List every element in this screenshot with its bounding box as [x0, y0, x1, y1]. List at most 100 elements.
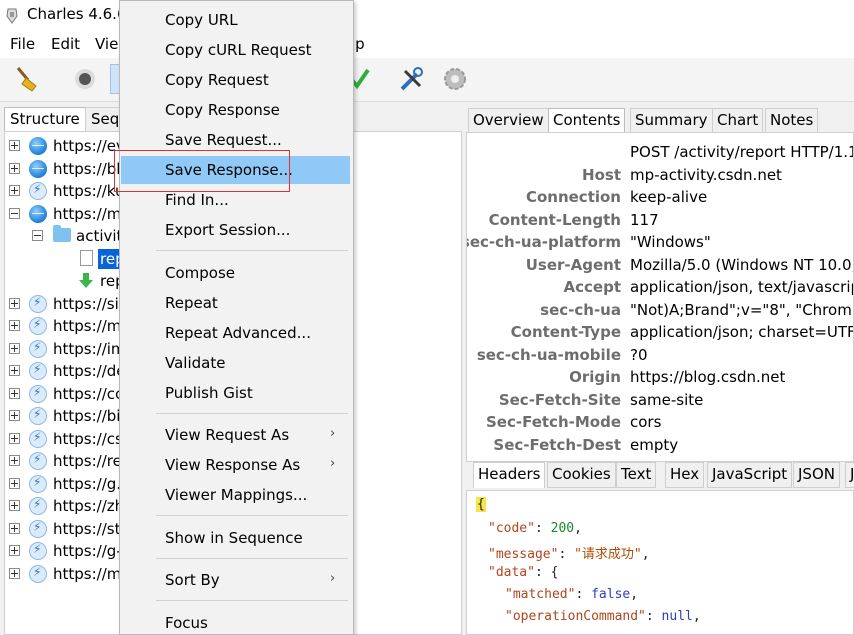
menu-item-view-response-as[interactable]: View Response As ›	[120, 451, 353, 479]
expand-icon[interactable]	[9, 365, 20, 376]
collapse-icon[interactable]	[32, 230, 43, 241]
expand-icon[interactable]	[9, 140, 20, 151]
expand-icon[interactable]	[9, 163, 20, 174]
request-line-row: POST /activity/report HTTP/1.1	[467, 141, 853, 163]
header-row[interactable]: Content-Length 117	[467, 209, 853, 231]
globe-icon	[29, 160, 47, 178]
header-row[interactable]: Host mp-activity.csdn.net	[467, 164, 853, 186]
tab-chart[interactable]: Chart	[712, 108, 764, 133]
bolt-icon	[29, 340, 47, 358]
bolt-icon	[29, 520, 47, 538]
header-row[interactable]: sec-ch-ua-mobile ?0	[467, 344, 853, 366]
header-value: 117	[630, 211, 659, 229]
host-label: https://m	[53, 317, 122, 335]
menu-item-viewer-mappings[interactable]: Viewer Mappings...	[120, 481, 353, 509]
expand-icon[interactable]	[9, 298, 20, 309]
expand-icon[interactable]	[9, 320, 20, 331]
host-label: https://st	[53, 520, 121, 538]
tab-text[interactable]: Text	[616, 462, 657, 488]
download-arrow-icon	[79, 273, 93, 288]
expand-icon[interactable]	[9, 545, 20, 556]
bolt-icon	[29, 452, 47, 470]
menu-file[interactable]: File	[10, 35, 35, 53]
menu-view[interactable]: Vie	[95, 35, 118, 53]
submenu-arrow-icon: ›	[330, 456, 336, 471]
expand-icon[interactable]	[9, 343, 20, 354]
header-row[interactable]: Content-Type application/json; charset=UT…	[467, 321, 853, 343]
collapse-icon[interactable]	[9, 208, 20, 219]
menu-item-sort-by[interactable]: Sort By ›	[120, 566, 353, 594]
context-menu: Copy URL Copy cURL Request Copy Request …	[119, 0, 354, 635]
window-title: Charles 4.6.6	[27, 5, 127, 23]
menu-separator	[156, 413, 348, 414]
header-row[interactable]: Origin https://blog.csdn.net	[467, 366, 853, 388]
menu-item-label: Copy Request	[165, 71, 269, 89]
json-body-viewer[interactable]: { "code": 200, "message": "请求成功", "data"…	[466, 490, 854, 635]
menu-item-publish-gist[interactable]: Publish Gist	[120, 379, 353, 407]
menu-item-view-request-as[interactable]: View Request As ›	[120, 421, 353, 449]
menu-item-copy-curl-request[interactable]: Copy cURL Request	[120, 36, 353, 64]
bolt-icon	[29, 182, 47, 200]
tab-more[interactable]: J	[845, 462, 854, 488]
bolt-icon	[29, 497, 47, 515]
expand-icon[interactable]	[9, 500, 20, 511]
tab-cookies[interactable]: Cookies	[547, 462, 616, 488]
header-key: User-Agent	[525, 256, 621, 274]
tab-overview[interactable]: Overview	[468, 108, 549, 133]
header-row[interactable]: Sec-Fetch-Dest empty	[467, 434, 853, 456]
tab-json[interactable]: JSON	[793, 462, 840, 488]
host-label: https://zh	[53, 497, 125, 515]
code-line: "data": {	[488, 565, 559, 580]
header-row[interactable]: Sec-Fetch-Mode cors	[467, 411, 853, 433]
host-label: https://bl	[53, 160, 121, 178]
header-row[interactable]: User-Agent Mozilla/5.0 (Windows NT 10.0;	[467, 254, 853, 276]
tab-javascript[interactable]: JavaScript	[707, 462, 793, 488]
expand-icon[interactable]	[9, 410, 20, 421]
expand-icon[interactable]	[9, 433, 20, 444]
expand-icon[interactable]	[9, 455, 20, 466]
tools-icon[interactable]	[397, 64, 427, 94]
tab-headers[interactable]: Headers	[473, 462, 546, 488]
expand-icon[interactable]	[9, 388, 20, 399]
menu-item-repeat-advanced[interactable]: Repeat Advanced...	[120, 319, 353, 347]
header-key: Origin	[569, 368, 621, 386]
menu-item-label: View Request As	[165, 426, 290, 444]
menu-item-repeat[interactable]: Repeat	[120, 289, 353, 317]
header-key: Accept	[563, 278, 621, 296]
header-row[interactable]: Connection keep-alive	[467, 186, 853, 208]
menu-item-focus[interactable]: Focus	[120, 609, 353, 635]
tab-hex[interactable]: Hex	[665, 462, 705, 488]
host-label: https://im	[53, 340, 126, 358]
tab-structure[interactable]: Structure	[4, 107, 86, 132]
tab-contents[interactable]: Contents	[548, 108, 626, 133]
tab-summary[interactable]: Summary	[630, 108, 713, 133]
header-key: Sec-Fetch-Dest	[493, 436, 621, 454]
header-row[interactable]: Sec-Fetch-Site same-site	[467, 389, 853, 411]
settings-gear-icon[interactable]	[440, 64, 470, 94]
body-view-tabs: Headers Cookies Text Hex JavaScript JSON…	[466, 462, 854, 490]
tab-notes[interactable]: Notes	[765, 108, 819, 133]
header-row[interactable]: sec-ch-ua-platform "Windows"	[467, 231, 853, 253]
record-stop-icon[interactable]	[70, 64, 100, 94]
expand-icon[interactable]	[9, 478, 20, 489]
menu-item-validate[interactable]: Validate	[120, 349, 353, 377]
header-value: cors	[630, 413, 662, 431]
header-value: ?0	[630, 346, 648, 364]
menu-item-show-in-sequence[interactable]: Show in Sequence	[120, 524, 353, 552]
expand-icon[interactable]	[9, 185, 20, 196]
menu-item-export-session[interactable]: Export Session...	[120, 216, 353, 244]
menu-item-label: Save Request...	[165, 131, 282, 149]
menu-item-copy-request[interactable]: Copy Request	[120, 66, 353, 94]
menu-item-compose[interactable]: Compose	[120, 259, 353, 287]
menu-item-copy-url[interactable]: Copy URL	[120, 6, 353, 34]
header-row[interactable]: Accept application/json, text/javascrip	[467, 276, 853, 298]
host-label: https://m	[53, 205, 122, 223]
expand-icon[interactable]	[9, 523, 20, 534]
menu-item-label: Show in Sequence	[165, 529, 303, 547]
expand-icon[interactable]	[9, 568, 20, 579]
menu-item-copy-response[interactable]: Copy Response	[120, 96, 353, 124]
header-value: empty	[630, 436, 679, 454]
broom-clear-icon[interactable]	[12, 64, 42, 94]
menu-edit[interactable]: Edit	[51, 35, 80, 53]
header-row[interactable]: sec-ch-ua "Not)A;Brand";v="8", "Chromiu	[467, 299, 853, 321]
